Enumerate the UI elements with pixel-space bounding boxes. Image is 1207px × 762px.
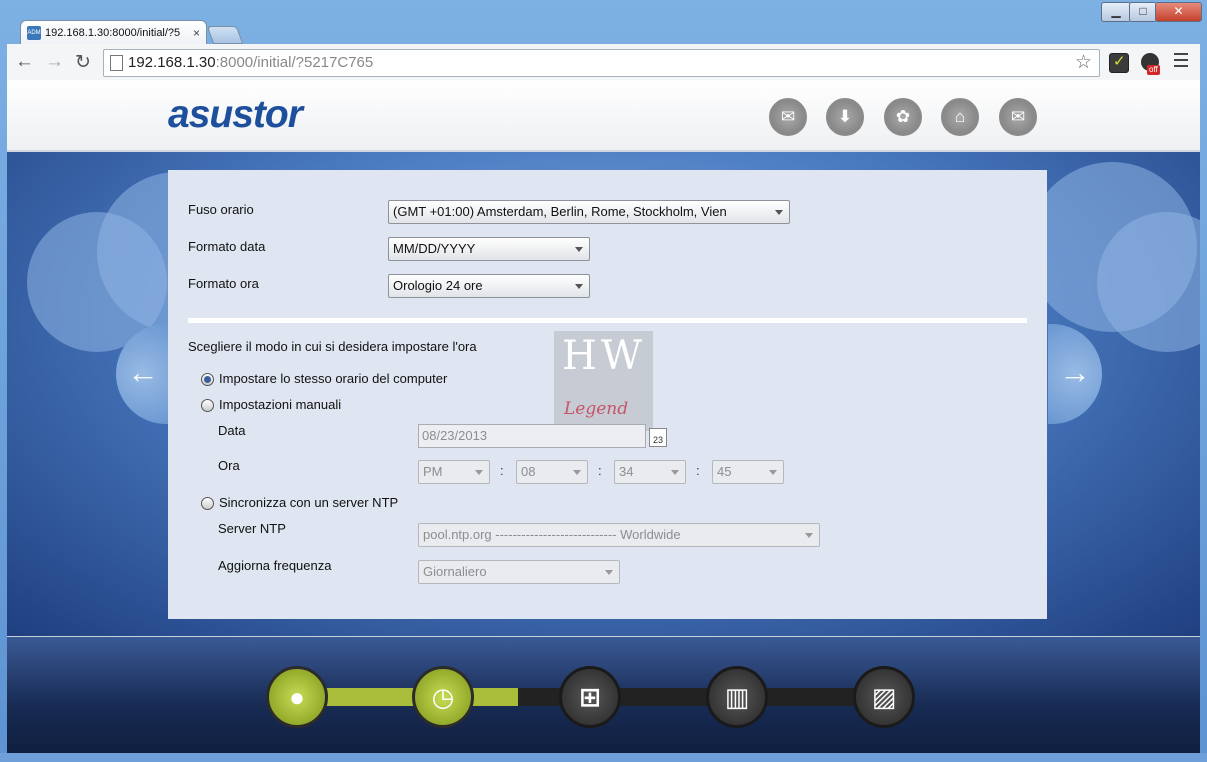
ntp-server-label: Server NTP	[218, 521, 286, 536]
download-icon[interactable]: ⬇	[826, 98, 864, 136]
back-button[interactable]: ←	[15, 51, 34, 73]
maximize-button[interactable]: □	[1129, 2, 1157, 22]
progress-fill	[296, 688, 518, 706]
chevron-down-icon	[575, 284, 583, 289]
settings-icon[interactable]: ✿	[884, 98, 922, 136]
option-ntp-label: Sincronizza con un server NTP	[219, 495, 399, 510]
close-window-button[interactable]: ✕	[1155, 2, 1202, 22]
date-format-label: Formato data	[188, 239, 266, 254]
tab-close-icon[interactable]: ×	[193, 21, 200, 45]
update-frequency-label: Aggiorna frequenza	[218, 558, 332, 573]
extension-key-icon[interactable]: off	[1141, 53, 1160, 75]
calendar-icon[interactable]: 23	[649, 428, 667, 447]
time-label: Ora	[218, 458, 240, 473]
arrow-right-icon: →	[1059, 354, 1091, 390]
time-separator: :	[696, 463, 700, 478]
reload-button[interactable]: ↻	[75, 51, 91, 74]
url-text: 192.168.1.30:8000/initial/?5217C765	[128, 54, 373, 71]
step-time[interactable]: ◷	[412, 666, 474, 728]
radio-computer-time[interactable]	[201, 373, 214, 386]
time-format-select[interactable]: Orologio 24 ore	[388, 274, 590, 298]
date-input[interactable]: 08/23/2013	[418, 424, 646, 448]
url-path: :8000/initial/?5217C765	[215, 54, 374, 71]
clock-icon: ◷	[431, 682, 455, 712]
bookmark-star-icon[interactable]: ☆	[1075, 51, 1092, 74]
chevron-down-icon	[475, 470, 483, 475]
date-label: Data	[218, 423, 246, 438]
url-host: 192.168.1.30	[128, 54, 216, 71]
chevron-down-icon	[575, 247, 583, 252]
forward-button[interactable]: →	[45, 51, 64, 73]
date-format-select[interactable]: MM/DD/YYYY	[388, 237, 590, 261]
new-tab-button[interactable]	[206, 26, 244, 44]
browser-tab[interactable]: ADM 192.168.1.30:8000/initial/?5 ×	[20, 20, 207, 45]
user-icon: ●	[289, 682, 305, 712]
chevron-down-icon	[573, 470, 581, 475]
chevron-down-icon	[775, 210, 783, 215]
radio-manual[interactable]	[201, 399, 214, 412]
hour-select[interactable]: 08	[516, 460, 588, 484]
time-format-label: Formato ora	[188, 276, 259, 291]
timezone-label: Fuso orario	[188, 202, 254, 217]
timezone-select[interactable]: (GMT +01:00) Amsterdam, Berlin, Rome, St…	[388, 200, 790, 224]
time-separator: :	[500, 463, 504, 478]
watermark-logo: HW Legend	[554, 331, 653, 431]
page-icon	[110, 55, 123, 71]
bank-icon[interactable]: ⌂	[941, 98, 979, 136]
minute-select[interactable]: 34	[614, 460, 686, 484]
divider	[188, 318, 1027, 323]
network-icon: ⊞	[579, 682, 601, 712]
disk-icon: ▨	[871, 682, 897, 712]
minimize-button[interactable]: ▁	[1101, 2, 1131, 22]
arrow-left-icon: ←	[127, 354, 159, 390]
menu-icon[interactable]	[1174, 53, 1188, 71]
extension-off-badge: off	[1147, 65, 1160, 75]
section-label: Scegliere il modo in cui si desidera imp…	[188, 339, 477, 354]
chat-icon[interactable]: ✉	[769, 98, 807, 136]
step-user[interactable]: ●	[266, 666, 328, 728]
step-network[interactable]: ⊞	[559, 666, 621, 728]
option-computer-label: Impostare lo stesso orario del computer	[219, 371, 448, 386]
radio-ntp[interactable]	[201, 497, 214, 510]
storage-icon: ▥	[724, 682, 750, 712]
asustor-logo: asustor	[168, 93, 303, 136]
mail-icon[interactable]: ✉	[999, 98, 1037, 136]
step-disk[interactable]: ▨	[853, 666, 915, 728]
chevron-down-icon	[605, 570, 613, 575]
option-manual-label: Impostazioni manuali	[219, 397, 342, 412]
window-bottom-border	[0, 753, 1207, 762]
time-separator: :	[598, 463, 602, 478]
update-frequency-select[interactable]: Giornaliero	[418, 560, 620, 584]
chevron-down-icon	[671, 470, 679, 475]
tab-title: 192.168.1.30:8000/initial/?5	[45, 27, 181, 39]
ntp-server-select[interactable]: pool.ntp.org ---------------------------…	[418, 523, 820, 547]
chevron-down-icon	[805, 533, 813, 538]
step-storage[interactable]: ▥	[706, 666, 768, 728]
chevron-down-icon	[769, 470, 777, 475]
ampm-select[interactable]: PM	[418, 460, 490, 484]
second-select[interactable]: 45	[712, 460, 784, 484]
favicon-icon: ADM	[27, 26, 41, 40]
address-bar[interactable]: 192.168.1.30:8000/initial/?5217C765	[103, 49, 1100, 77]
extension-check-icon[interactable]: ✓	[1109, 53, 1129, 73]
